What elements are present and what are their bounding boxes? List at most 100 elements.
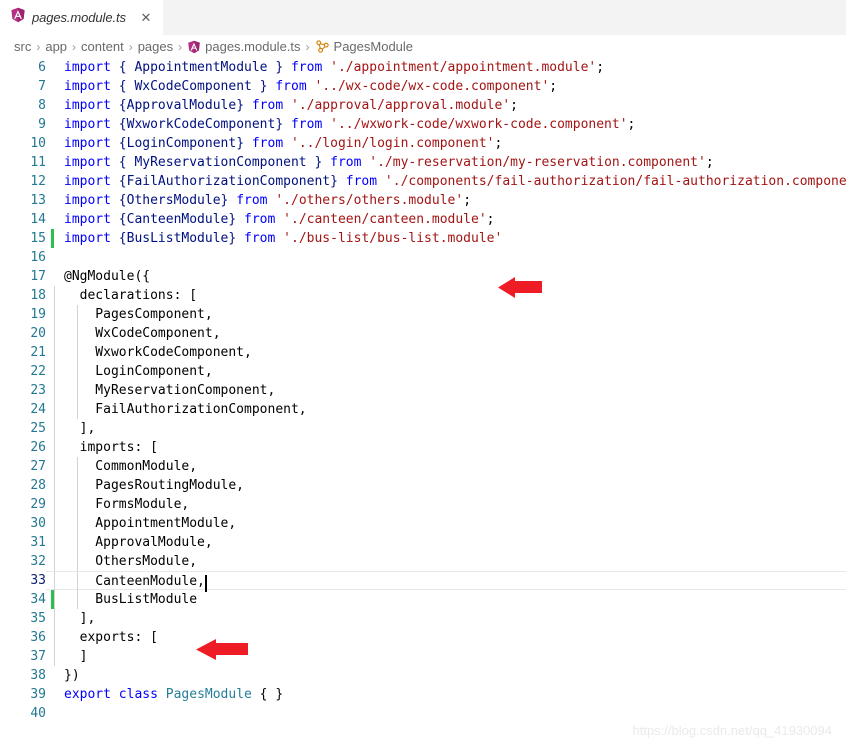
code-line[interactable]: 12 import {FailAuthorizationComponent} fr… — [0, 172, 846, 191]
code-token: import — [64, 193, 111, 208]
code-line[interactable]: 28 PagesRoutingModule, — [0, 476, 846, 495]
breadcrumb-item-label: pages.module.ts — [205, 39, 301, 54]
code-line[interactable]: 35 ], — [0, 609, 846, 628]
code-token: {FailAuthorizationComponent} — [110, 174, 346, 189]
code-line-content: AppointmentModule, — [46, 514, 846, 533]
code-token: from — [236, 193, 268, 208]
code-line[interactable]: 6 import { AppointmentModule } from './ap… — [0, 58, 846, 77]
breadcrumb-item-label: PagesModule — [333, 39, 414, 54]
code-token: ; — [494, 136, 503, 151]
code-editor[interactable]: 6 import { AppointmentModule } from './ap… — [0, 58, 846, 746]
code-line[interactable]: 22 LoginComponent, — [0, 362, 846, 381]
code-line[interactable]: 25 ], — [0, 419, 846, 438]
code-line[interactable]: 29 FormsModule, — [0, 495, 846, 514]
line-number: 6 — [38, 60, 46, 75]
line-number: 11 — [30, 155, 46, 170]
code-line-content: declarations: [ — [46, 286, 846, 305]
line-number: 25 — [30, 421, 46, 436]
code-line[interactable]: 23 MyReservationComponent, — [0, 381, 846, 400]
site-watermark: https://blog.csdn.net/qq_41930094 — [632, 723, 833, 738]
code-line-content: CommonModule, — [46, 457, 846, 476]
code-line[interactable]: 34 BusListModule — [0, 590, 846, 609]
code-token: }) — [64, 668, 80, 683]
code-line[interactable]: 15 import {BusListModule} from './bus-lis… — [0, 229, 846, 248]
code-token: MyReservationComponent, — [64, 383, 276, 398]
breadcrumb-item-pages-module-ts[interactable]: pages.module.ts — [187, 39, 301, 54]
code-line-content: import {BusListModule} from './bus-list/… — [46, 229, 846, 248]
code-token: { } — [251, 687, 284, 702]
line-number: 29 — [30, 497, 46, 512]
indent-guide — [54, 552, 55, 571]
code-line[interactable]: 40 — [0, 704, 846, 723]
code-line[interactable]: 32 OthersModule, — [0, 552, 846, 571]
code-line[interactable]: 20 WxCodeComponent, — [0, 324, 846, 343]
code-token: from — [251, 98, 284, 113]
breadcrumb-separator: › — [305, 39, 310, 54]
line-number: 18 — [30, 288, 46, 303]
indent-guide — [77, 305, 78, 324]
code-token: OthersModule, — [64, 554, 198, 569]
close-icon[interactable]: ✕ — [138, 10, 154, 26]
code-token: export — [64, 687, 111, 702]
code-token: './others/others.module' — [275, 193, 464, 208]
code-line[interactable]: 7 import { WxCodeComponent } from '../wx-… — [0, 77, 846, 96]
line-number: 31 — [30, 535, 46, 550]
code-line-content: CanteenModule, — [46, 571, 846, 592]
code-line[interactable]: 17 @NgModule({ — [0, 267, 846, 286]
code-line[interactable]: 30 AppointmentModule, — [0, 514, 846, 533]
code-token: import — [64, 136, 111, 151]
code-line[interactable]: 10 import {LoginComponent} from '../login… — [0, 134, 846, 153]
line-number: 23 — [30, 383, 46, 398]
code-line-content: import { MyReservationComponent } from '… — [46, 153, 846, 172]
tab-pages-module-ts[interactable]: pages.module.ts ✕ — [0, 0, 163, 35]
breadcrumb-item-content[interactable]: content — [81, 39, 124, 54]
code-line[interactable]: 16 — [0, 248, 846, 267]
indent-guide — [54, 533, 55, 552]
code-line-content: import {LoginComponent} from '../login/l… — [46, 134, 846, 153]
code-token: ; — [510, 98, 518, 113]
code-token: import — [64, 79, 111, 94]
indent-guide — [77, 400, 78, 419]
code-line[interactable]: 14 import {CanteenModule} from './canteen… — [0, 210, 846, 229]
code-line[interactable]: 19 PagesComponent, — [0, 305, 846, 324]
code-token: './appointment/appointment.module' — [330, 60, 597, 75]
code-line[interactable]: 18 declarations: [ — [0, 286, 846, 305]
code-line[interactable]: 9 import {WxworkCodeComponent} from '../w… — [0, 115, 846, 134]
code-line[interactable]: 27 CommonModule, — [0, 457, 846, 476]
code-token: {OthersModule} — [110, 193, 237, 208]
code-line-content — [46, 248, 846, 267]
indent-guide — [54, 324, 55, 343]
indent-guide — [77, 324, 78, 343]
line-number: 10 — [30, 136, 46, 151]
line-number: 17 — [30, 269, 46, 284]
indent-guide — [54, 628, 55, 647]
indent-guide — [54, 286, 55, 305]
line-number: 36 — [30, 630, 46, 645]
code-line[interactable]: 38}) — [0, 666, 846, 685]
code-line[interactable]: 24 FailAuthorizationComponent, — [0, 400, 846, 419]
code-line[interactable]: 36 exports: [ — [0, 628, 846, 647]
code-token: ; — [627, 117, 636, 132]
breadcrumb-item-src[interactable]: src — [14, 39, 31, 54]
code-token: CanteenModule, — [64, 574, 205, 589]
breadcrumb-item-pages[interactable]: pages — [138, 39, 173, 54]
code-line[interactable]: 8 import {ApprovalModule} from './approva… — [0, 96, 846, 115]
indent-guide — [54, 647, 55, 666]
code-token: './approval/approval.module' — [291, 98, 511, 113]
code-token: './components/fail-authorization/fail-au… — [384, 174, 846, 189]
breadcrumb-item-app[interactable]: app — [45, 39, 67, 54]
code-line[interactable]: 31 ApprovalModule, — [0, 533, 846, 552]
breadcrumb-item-pagesmodule[interactable]: PagesModule — [315, 39, 414, 54]
code-line[interactable]: 33 CanteenModule, — [0, 571, 846, 592]
code-line-content: OthersModule, — [46, 552, 846, 571]
code-line[interactable]: 26 imports: [ — [0, 438, 846, 457]
code-line[interactable]: 11 import { MyReservationComponent } from… — [0, 153, 846, 172]
code-line[interactable]: 37 ] — [0, 647, 846, 666]
code-line[interactable]: 21 WxworkCodeComponent, — [0, 343, 846, 362]
code-line[interactable]: 13 import {OthersModule} from './others/o… — [0, 191, 846, 210]
code-line[interactable]: 39 export class PagesModule { } — [0, 685, 846, 704]
code-token: ], — [64, 421, 96, 436]
indent-guide — [77, 476, 78, 495]
